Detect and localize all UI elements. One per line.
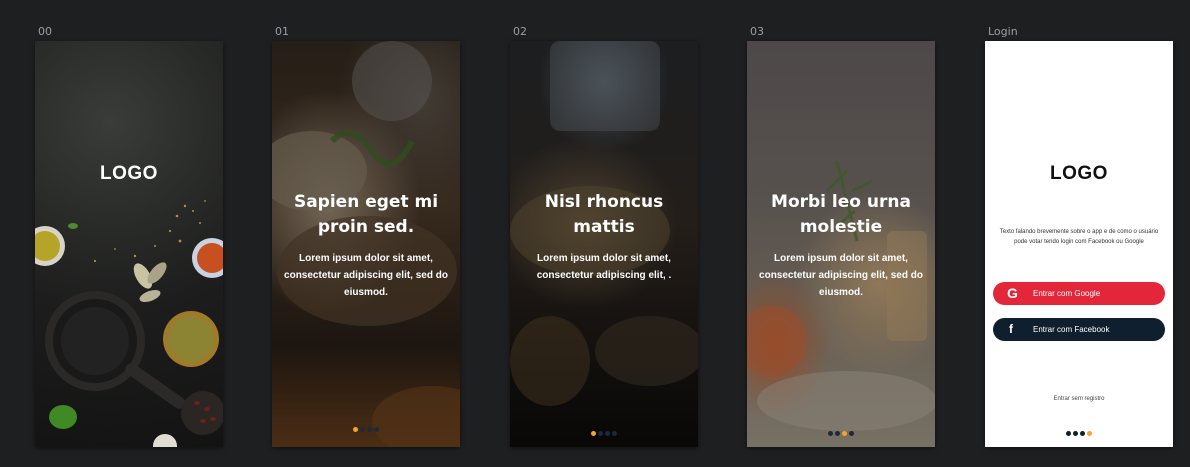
google-login-button[interactable]: G Entrar com Google: [993, 282, 1165, 305]
page-dot-2[interactable]: [598, 431, 603, 436]
login-description: Texto falando brevemente sobre o app e d…: [999, 229, 1159, 245]
onboarding-body-02: Lorem ipsum dolor sit amet, consectetur …: [536, 253, 672, 281]
page-dot-2[interactable]: [835, 431, 840, 436]
page-dot-1[interactable]: [353, 427, 358, 432]
frame-label-login: Login: [988, 25, 1018, 38]
dark-overlay: [272, 41, 460, 447]
splash-screen: LOGO: [35, 41, 223, 447]
dark-overlay: [510, 41, 698, 447]
page-dot-3[interactable]: [1080, 431, 1085, 436]
frame-label-02: 02: [513, 25, 527, 38]
frame-label-00: 00: [38, 25, 52, 38]
onboarding-title-01: Sapien eget mi proin sed.: [293, 192, 439, 237]
onboarding-screen-01: Sapien eget mi proin sed. Lorem ipsum do…: [272, 41, 460, 447]
onboarding-screen-03: Morbi leo urna molestie Lorem ipsum dolo…: [747, 41, 935, 447]
page-dot-3[interactable]: [605, 431, 610, 436]
page-dot-1[interactable]: [828, 431, 833, 436]
pagination-dots-03[interactable]: [747, 431, 935, 436]
pagination-dots-01[interactable]: [272, 427, 460, 432]
login-logo: LOGO: [1050, 163, 1108, 184]
page-dot-2[interactable]: [1073, 431, 1078, 436]
facebook-login-button[interactable]: f Entrar com Facebook: [993, 318, 1165, 341]
skip-registration-link[interactable]: Entrar sem registro: [985, 396, 1173, 402]
facebook-login-label: Entrar com Facebook: [1033, 325, 1110, 334]
page-dot-2[interactable]: [360, 427, 365, 432]
food-ingredients-illustration: [35, 200, 223, 447]
frame-label-03: 03: [750, 25, 764, 38]
page-dot-4[interactable]: [612, 431, 617, 436]
login-screen: LOGO Texto falando brevemente sobre o ap…: [985, 41, 1173, 447]
page-dot-1[interactable]: [591, 431, 596, 436]
google-login-label: Entrar com Google: [1033, 289, 1101, 298]
pagination-dots-02[interactable]: [510, 431, 698, 436]
google-icon: G: [1007, 285, 1018, 301]
onboarding-body-03: Lorem ipsum dolor sit amet, consectetur …: [759, 253, 923, 298]
page-dot-3[interactable]: [367, 427, 372, 432]
page-dot-4[interactable]: [849, 431, 854, 436]
page-dot-1[interactable]: [1066, 431, 1071, 436]
page-dot-4[interactable]: [1087, 431, 1092, 436]
page-dot-4[interactable]: [374, 427, 379, 432]
onboarding-title-03: Morbi leo urna molestie: [771, 192, 911, 237]
frame-label-01: 01: [275, 25, 289, 38]
onboarding-body-01: Lorem ipsum dolor sit amet, consectetur …: [284, 253, 448, 298]
page-dot-3[interactable]: [842, 431, 847, 436]
pagination-dots-login[interactable]: [985, 431, 1173, 436]
onboarding-title-02: Nisl rhoncus mattis: [544, 192, 664, 237]
onboarding-screen-02: Nisl rhoncus mattis Lorem ipsum dolor si…: [510, 41, 698, 447]
facebook-icon: f: [1009, 322, 1013, 336]
splash-logo: LOGO: [100, 163, 158, 184]
dark-overlay: [747, 41, 935, 447]
